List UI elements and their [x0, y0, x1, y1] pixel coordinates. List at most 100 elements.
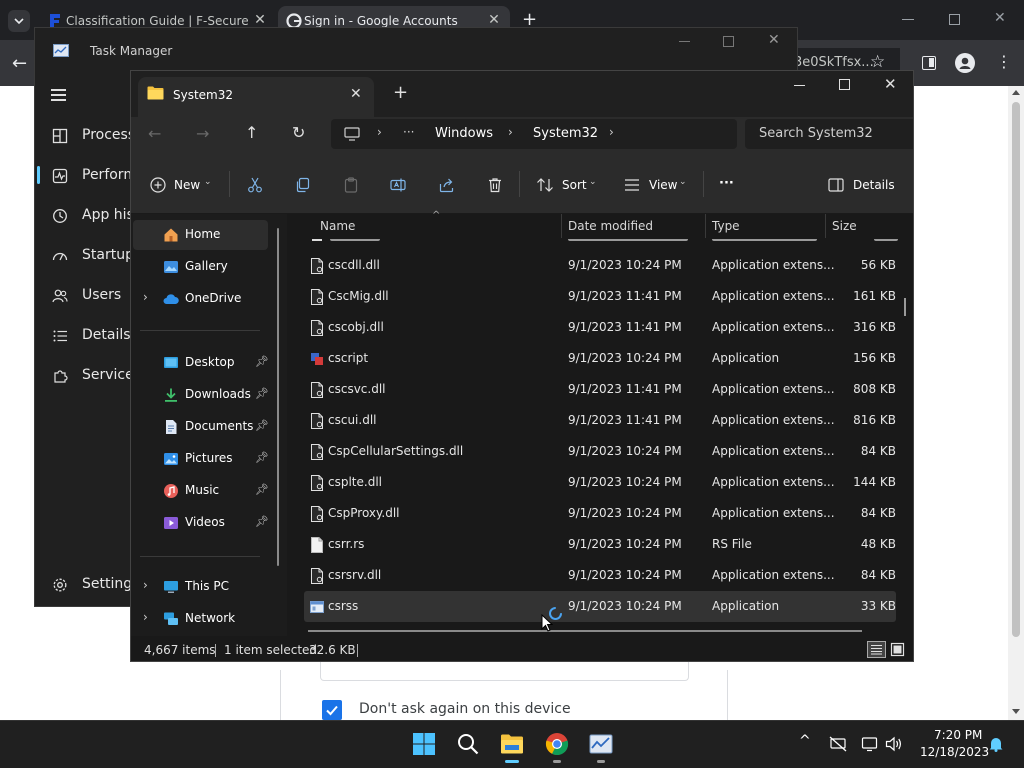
scroll-up-arrow-icon[interactable]	[1012, 90, 1020, 95]
clock-date[interactable]: 12/18/2023	[920, 745, 989, 759]
breadcrumb-system32[interactable]: System32	[533, 126, 598, 141]
column-header-size[interactable]: Size	[832, 219, 857, 233]
pin-icon[interactable]: 📌︎	[255, 387, 269, 400]
side-panel-icon[interactable]	[922, 56, 936, 70]
close-icon[interactable]: ✕	[486, 12, 502, 28]
forward-arrow-icon[interactable]: →	[196, 124, 209, 143]
file-row[interactable]: csrss 9/1/2023 10:24 PM Application 33 KB	[304, 591, 896, 622]
back-arrow-icon[interactable]: ←	[148, 124, 161, 143]
tm-nav-startup[interactable]: Startup apps	[40, 238, 172, 274]
close-tab-icon[interactable]: ✕	[350, 86, 362, 102]
breadcrumb[interactable]: › ··· Windows › System32 ›	[331, 119, 737, 149]
breadcrumb-ellipsis[interactable]: ···	[403, 125, 414, 139]
ex-minimize-icon[interactable]	[794, 85, 805, 86]
nav-onedrive[interactable]: › OneDrive	[133, 284, 283, 314]
nav-gallery[interactable]: Gallery	[133, 252, 283, 282]
refresh-icon[interactable]: ↻	[292, 123, 305, 142]
column-header-name[interactable]: Name	[320, 219, 355, 233]
cut-scissors-icon[interactable]	[247, 177, 263, 193]
dont-ask-checkbox[interactable]	[322, 700, 342, 720]
file-list-scrollbar[interactable]	[904, 298, 906, 316]
file-row[interactable]: csplte.dll 9/1/2023 10:24 PM Application e…	[304, 467, 896, 498]
notification-bell-icon[interactable]	[988, 736, 1004, 752]
nav-pinned-documents[interactable]: Documents 📌︎	[133, 412, 283, 442]
explorer-tab-system32[interactable]: System32 ✕	[138, 77, 374, 117]
file-row[interactable]: cscobj.dll 9/1/2023 11:41 PM Application e…	[304, 312, 896, 343]
column-separator[interactable]	[825, 214, 826, 238]
column-separator[interactable]	[561, 214, 562, 238]
column-header-type[interactable]: Type	[712, 219, 740, 233]
file-row[interactable]: CspProxy.dll 9/1/2023 10:24 PM Application…	[304, 498, 896, 529]
nav-pinned-desktop[interactable]: Desktop 📌︎	[133, 348, 283, 378]
chrome-page-scrollbar[interactable]	[1008, 86, 1024, 720]
file-row[interactable]: cscsvc.dll 9/1/2023 11:41 PM Application e…	[304, 374, 896, 405]
more-options-button[interactable]: ···	[719, 176, 734, 191]
clock-time[interactable]: 7:20 PM	[934, 728, 982, 742]
paste-clipboard-icon[interactable]	[343, 177, 359, 193]
windows-start-icon[interactable]	[412, 732, 436, 756]
tiles-view-toggle[interactable]	[890, 642, 905, 657]
expand-chevron-icon[interactable]: ›	[143, 578, 148, 592]
share-icon[interactable]	[439, 177, 455, 193]
breadcrumb-windows[interactable]: Windows	[435, 126, 493, 141]
chrome-minimize-icon[interactable]	[902, 19, 914, 20]
column-separator[interactable]	[705, 214, 706, 238]
up-arrow-icon[interactable]: ↑	[245, 123, 258, 142]
details-pane-button[interactable]: Details	[828, 175, 895, 195]
tm-maximize-icon[interactable]	[723, 36, 734, 47]
view-button[interactable]: View ⌄	[624, 175, 692, 195]
quick-settings-icon[interactable]	[861, 736, 878, 752]
search-input[interactable]: Search System32	[745, 119, 913, 149]
chrome-taskbar-icon[interactable]	[545, 732, 569, 756]
details-view-toggle[interactable]	[867, 641, 886, 658]
ex-maximize-icon[interactable]	[839, 79, 850, 90]
nav-pinned-music[interactable]: Music 📌︎	[133, 476, 283, 506]
nav-pinned-pictures[interactable]: Pictures 📌︎	[133, 444, 283, 474]
file-explorer-taskbar-icon[interactable]	[500, 732, 524, 756]
file-list-hscrollbar[interactable]	[308, 630, 862, 632]
copy-icon[interactable]	[295, 177, 311, 193]
back-arrow-icon[interactable]: ←	[12, 53, 27, 74]
tm-minimize-icon[interactable]	[679, 41, 690, 42]
file-row[interactable]: cscui.dll 9/1/2023 11:41 PM Application ex…	[304, 405, 896, 436]
tm-close-icon[interactable]: ✕	[768, 32, 780, 48]
nav-scrollbar[interactable]	[277, 228, 279, 566]
rename-icon[interactable]	[390, 177, 406, 193]
sort-button[interactable]: Sort ⌄	[536, 175, 602, 195]
new-button[interactable]: New ⌄	[148, 175, 218, 195]
tm-nav-users[interactable]: Users	[40, 278, 140, 314]
tm-nav-performance[interactable]: Performance	[40, 158, 171, 194]
column-header-date[interactable]: Date modified	[568, 219, 653, 233]
ex-close-icon[interactable]: ✕	[884, 75, 897, 93]
delete-trash-icon[interactable]	[487, 177, 503, 193]
chrome-maximize-icon[interactable]	[949, 14, 960, 25]
profile-avatar-icon[interactable]	[955, 53, 975, 73]
tm-nav-services[interactable]: Services	[40, 358, 141, 394]
file-row[interactable]: csrr.rs 9/1/2023 10:24 PM RS File 48 KB	[304, 529, 896, 560]
nav-home[interactable]: Home	[133, 220, 268, 250]
expand-chevron-icon[interactable]: ›	[143, 290, 148, 304]
pin-icon[interactable]: 📌︎	[255, 355, 269, 368]
nav-this-pc[interactable]: › This PC	[133, 572, 283, 602]
file-row[interactable]: cscdll.dll 9/1/2023 10:24 PM Application e…	[304, 250, 896, 281]
tm-nav-details[interactable]: Details	[40, 318, 140, 354]
hamburger-menu-icon[interactable]	[51, 89, 66, 101]
chrome-menu-icon[interactable]: ⋮	[996, 52, 1012, 71]
file-row[interactable]: cscript 9/1/2023 10:24 PM Application 156 K…	[304, 343, 896, 374]
nav-network[interactable]: › Network	[133, 604, 283, 634]
network-disconnected-icon[interactable]	[829, 736, 847, 752]
search-icon[interactable]	[456, 732, 480, 756]
scroll-down-arrow-icon[interactable]	[1012, 709, 1020, 714]
tm-nav-processes[interactable]: Processes	[40, 118, 151, 154]
pin-icon[interactable]: 📌︎	[255, 515, 269, 528]
expand-chevron-icon[interactable]: ›	[143, 610, 148, 624]
bookmark-star-icon[interactable]: ☆	[870, 52, 885, 72]
file-row[interactable]: csrsrv.dll 9/1/2023 10:24 PM Application e…	[304, 560, 896, 591]
close-icon[interactable]: ✕	[252, 12, 268, 28]
tm-nav-app-history[interactable]: App history	[40, 198, 162, 234]
tm-nav-settings[interactable]: Settings	[40, 567, 140, 603]
pin-icon[interactable]: 📌︎	[255, 419, 269, 432]
pin-icon[interactable]: 📌︎	[255, 483, 269, 496]
volume-icon[interactable]	[885, 736, 903, 752]
show-hidden-icons-chevron-icon[interactable]: ^	[799, 733, 811, 749]
